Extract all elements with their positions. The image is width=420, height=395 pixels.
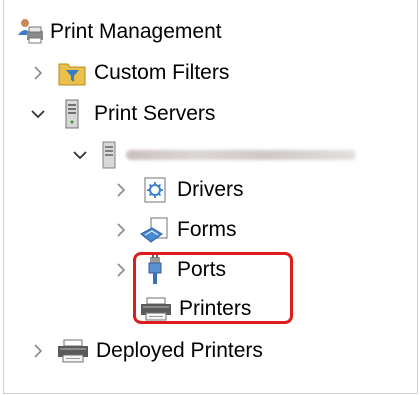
tree-item-label: Drivers (177, 178, 244, 201)
drivers-icon (139, 174, 171, 206)
server-icon (98, 139, 120, 171)
tree-item-label: Deployed Printers (96, 339, 263, 362)
chevron-right-icon[interactable] (30, 343, 46, 359)
server-icon (56, 98, 88, 130)
chevron-down-icon[interactable] (30, 106, 46, 122)
tree-item-deployed-printers[interactable]: Deployed Printers (30, 331, 263, 371)
chevron-down-icon[interactable] (72, 147, 88, 163)
forms-icon (139, 214, 171, 246)
printer-icon (56, 335, 90, 367)
redacted-server-name (126, 150, 356, 160)
tree-item-print-servers[interactable]: Print Servers (30, 94, 215, 134)
tree-item-label: Print Servers (94, 102, 216, 125)
tree-item-server-local[interactable] (72, 135, 356, 175)
chevron-right-icon[interactable] (113, 182, 129, 198)
chevron-right-icon[interactable] (113, 222, 129, 238)
tree-item-forms[interactable]: Forms (113, 210, 237, 250)
tree-item-custom-filters[interactable]: Custom Filters (30, 53, 229, 93)
chevron-right-icon[interactable] (30, 65, 46, 81)
tree-item-print-management[interactable]: Print Management (14, 12, 222, 52)
tree-item-label: Print Management (50, 20, 222, 43)
print-management-icon (14, 16, 46, 48)
folder-filter-icon (56, 57, 88, 89)
printers-highlight-box (133, 252, 293, 324)
chevron-right-icon[interactable] (113, 262, 129, 278)
tree-item-label: Forms (177, 218, 237, 241)
tree-item-drivers[interactable]: Drivers (113, 170, 244, 210)
tree-item-label: Custom Filters (94, 61, 230, 84)
